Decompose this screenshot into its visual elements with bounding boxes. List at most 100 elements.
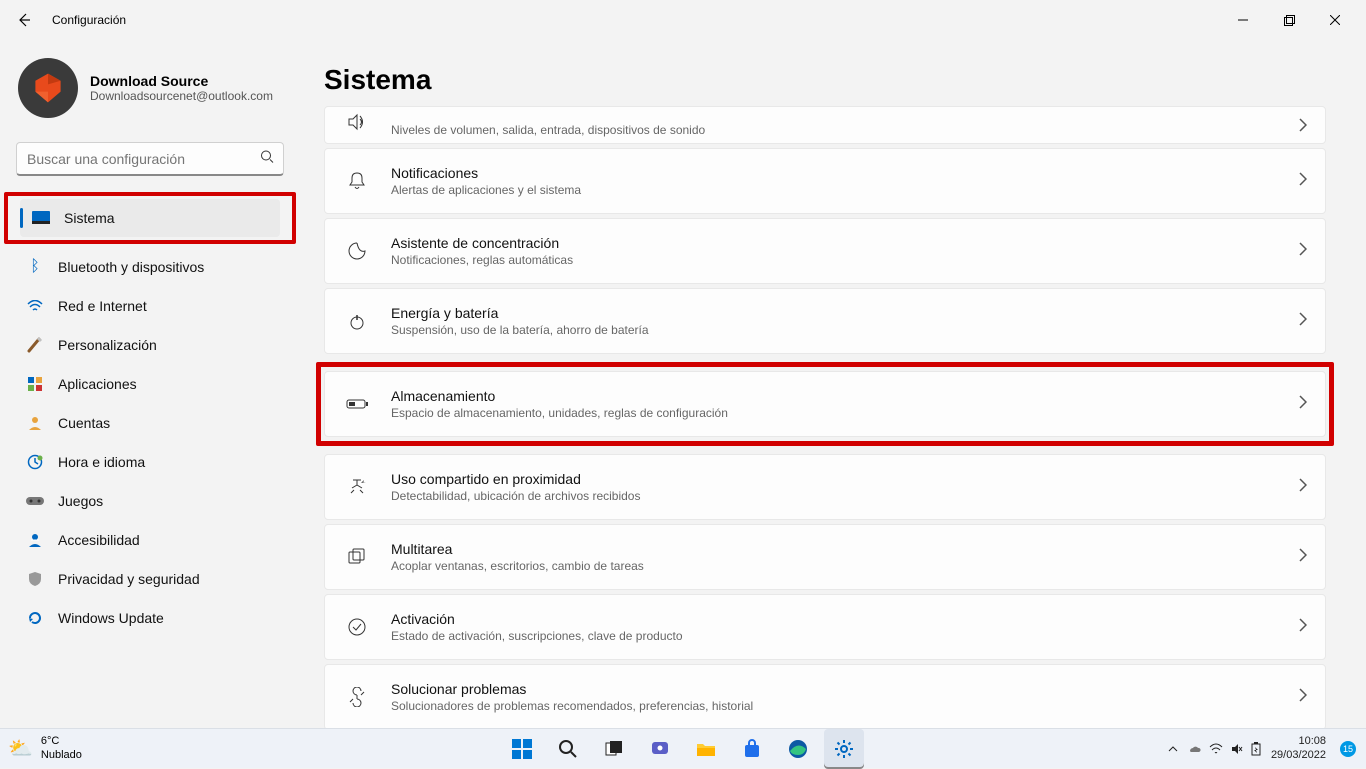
maximize-button[interactable] — [1266, 4, 1312, 36]
setting-title: Energía y batería — [391, 305, 649, 321]
chevron-right-icon — [1299, 242, 1307, 261]
setting-item-0[interactable]: Niveles de volumen, salida, entrada, dis… — [324, 106, 1326, 144]
store-app[interactable] — [732, 729, 772, 769]
date: 29/03/2022 — [1271, 749, 1326, 762]
nav-icon — [26, 492, 44, 510]
avatar — [18, 58, 78, 118]
setting-title: Uso compartido en proximidad — [391, 471, 640, 487]
volume-mute-icon — [1231, 743, 1243, 755]
page-title: Sistema — [324, 64, 1326, 96]
system-tray[interactable] — [1167, 742, 1261, 756]
search-input[interactable] — [16, 142, 284, 176]
window-title: Configuración — [52, 13, 126, 27]
setting-desc: Solucionadores de problemas recomendados… — [391, 699, 753, 713]
minimize-button[interactable] — [1220, 4, 1266, 36]
chevron-right-icon — [1299, 688, 1307, 707]
nav-label: Cuentas — [58, 415, 110, 431]
taskbar-search[interactable] — [548, 729, 588, 769]
nav-label: Sistema — [64, 210, 115, 226]
battery-icon — [1251, 742, 1261, 756]
setting-item-6[interactable]: MultitareaAcoplar ventanas, escritorios,… — [324, 524, 1326, 590]
setting-icon — [343, 311, 371, 331]
setting-item-4[interactable]: AlmacenamientoEspacio de almacenamiento,… — [324, 371, 1326, 437]
setting-item-1[interactable]: Notificaciones Alertas de aplicaciones y … — [324, 148, 1326, 214]
setting-title: Multitarea — [391, 541, 644, 557]
setting-item-7[interactable]: Activación Estado de activación, suscripc… — [324, 594, 1326, 660]
nav-icon: ᛒ — [26, 258, 44, 276]
nav-icon — [26, 375, 44, 393]
setting-item-5[interactable]: Uso compartido en proximidad Detectabilid… — [324, 454, 1326, 520]
setting-desc: Espacio de almacenamiento, unidades, reg… — [391, 406, 728, 420]
user-card[interactable]: Download Source Downloadsourcenet@outloo… — [12, 52, 288, 134]
taskbar: ⛅ 6°C Nublado 10:08 29/03/2022 15 — [0, 728, 1366, 768]
setting-icon — [343, 113, 371, 131]
nav-label: Accesibilidad — [58, 532, 140, 548]
user-email: Downloadsourcenet@outlook.com — [90, 89, 273, 103]
sidebar-item-1[interactable]: ᛒBluetooth y dispositivos — [14, 248, 286, 286]
gear-icon — [834, 739, 854, 759]
close-button[interactable] — [1312, 4, 1358, 36]
nav-label: Aplicaciones — [58, 376, 137, 392]
edge-app[interactable] — [778, 729, 818, 769]
setting-item-2[interactable]: Asistente de concentraciónNotificaciones… — [324, 218, 1326, 284]
sidebar-item-10[interactable]: Windows Update — [14, 599, 286, 637]
notification-badge[interactable]: 15 — [1340, 741, 1356, 757]
task-view[interactable] — [594, 729, 634, 769]
setting-icon — [343, 241, 371, 261]
setting-desc: Detectabilidad, ubicación de archivos re… — [391, 489, 640, 503]
sidebar-item-6[interactable]: Hora e idioma — [14, 443, 286, 481]
taskview-icon — [604, 739, 624, 759]
chevron-right-icon — [1299, 618, 1307, 637]
back-button[interactable] — [8, 4, 40, 36]
arrow-left-icon — [16, 12, 32, 28]
sidebar-item-7[interactable]: Juegos — [14, 482, 286, 520]
setting-title: Activación — [391, 611, 683, 627]
sidebar: Download Source Downloadsourcenet@outloo… — [0, 40, 300, 728]
sidebar-item-5[interactable]: Cuentas — [14, 404, 286, 442]
chevron-right-icon — [1299, 395, 1307, 414]
weather-widget[interactable]: ⛅ 6°C Nublado — [0, 735, 82, 761]
sidebar-item-4[interactable]: Aplicaciones — [14, 365, 286, 403]
file-explorer[interactable] — [686, 729, 726, 769]
sidebar-item-2[interactable]: Red e Internet — [14, 287, 286, 325]
time: 10:08 — [1271, 735, 1326, 748]
nav-icon — [26, 453, 44, 471]
setting-desc: Alertas de aplicaciones y el sistema — [391, 183, 581, 197]
wifi-icon — [1209, 743, 1223, 755]
nav-icon — [26, 297, 44, 315]
setting-title: Notificaciones — [391, 165, 581, 181]
setting-item-3[interactable]: Energía y batería Suspensión, uso de la b… — [324, 288, 1326, 354]
sidebar-item-8[interactable]: Accesibilidad — [14, 521, 286, 559]
setting-icon — [343, 687, 371, 707]
minimize-icon — [1238, 15, 1248, 25]
chat-icon — [650, 739, 670, 759]
setting-icon — [343, 477, 371, 497]
maximize-icon — [1284, 15, 1295, 26]
sidebar-item-0[interactable]: Sistema — [20, 199, 280, 237]
sidebar-item-3[interactable]: Personalización — [14, 326, 286, 364]
sidebar-item-9[interactable]: Privacidad y seguridad — [14, 560, 286, 598]
setting-title: Solucionar problemas — [391, 681, 753, 697]
search-box[interactable] — [16, 142, 284, 176]
clock[interactable]: 10:08 29/03/2022 — [1271, 735, 1326, 761]
edge-icon — [788, 739, 808, 759]
nav-label: Hora e idioma — [58, 454, 145, 470]
setting-icon — [343, 547, 371, 567]
nav-icon — [26, 609, 44, 627]
setting-icon — [343, 397, 371, 411]
search-icon — [558, 739, 578, 759]
onedrive-icon — [1187, 742, 1201, 756]
windows-icon — [511, 738, 533, 760]
start-button[interactable] — [502, 729, 542, 769]
nav-icon — [32, 209, 50, 227]
close-icon — [1330, 15, 1340, 25]
settings-app[interactable] — [824, 729, 864, 769]
main-content: Sistema Niveles de volumen, salida, entr… — [300, 40, 1366, 728]
setting-desc: Estado de activación, suscripciones, cla… — [391, 629, 683, 643]
setting-item-8[interactable]: Solucionar problemas Solucionadores de pr… — [324, 664, 1326, 728]
nav-label: Privacidad y seguridad — [58, 571, 200, 587]
chat-app[interactable] — [640, 729, 680, 769]
chevron-up-icon — [1167, 743, 1179, 755]
setting-desc: Suspensión, uso de la batería, ahorro de… — [391, 323, 649, 337]
nav-label: Juegos — [58, 493, 103, 509]
